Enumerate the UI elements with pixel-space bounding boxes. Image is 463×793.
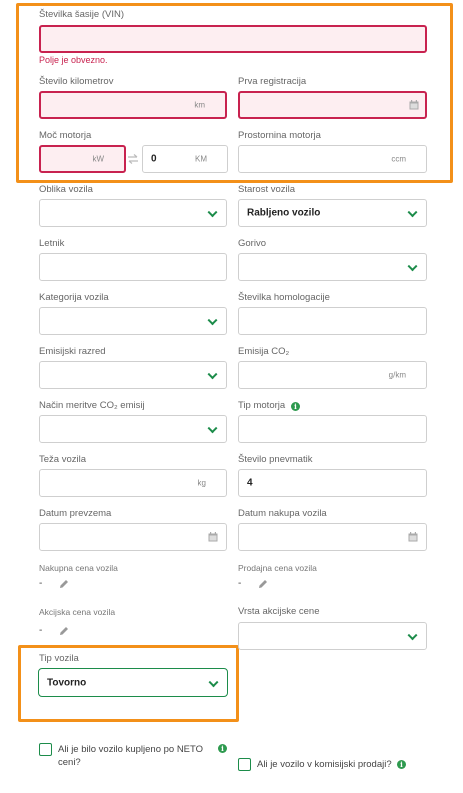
neto-purchase-checkbox[interactable] [39,743,52,756]
vehicle-age-select[interactable]: Rabljeno vozilo [238,199,427,227]
engine-type-info-icon[interactable]: i [291,402,300,411]
purchase-date-input[interactable] [238,523,427,551]
co2-unit: g/km [388,370,406,380]
vin-error: Polje je obvezno. [39,55,108,65]
purchase-price-label: Nakupna cena vozila [39,563,118,573]
homologation-label: Številka homologacije [238,292,330,303]
emission-class-select[interactable] [39,361,227,389]
vehicle-type-value: Tovorno [47,677,87,688]
chevron-down-icon [207,207,218,218]
weight-input[interactable]: kg [39,469,227,497]
swap-arrows-icon[interactable] [127,153,139,165]
body-type-select[interactable] [39,199,227,227]
first-registration-input[interactable] [238,91,427,119]
vehicle-category-label: Kategorija vozila [39,292,109,303]
model-year-input[interactable] [39,253,227,281]
sale-price-value: - [238,578,242,589]
promo-price-label: Akcijska cena vozila [39,607,116,617]
co2-method-label: Način meritve CO₂ emisij [39,400,145,411]
consignment-label: Ali je vozilo v komisijski prodaji? [257,759,392,770]
body-type-label: Oblika vozila [39,184,93,195]
model-year-label: Letnik [39,238,65,249]
consignment-info-icon[interactable]: i [397,760,406,769]
promo-price-type-select[interactable] [238,622,427,650]
edit-pencil-icon[interactable] [258,579,268,589]
chevron-down-icon [407,261,418,272]
vehicle-type-select[interactable]: Tovorno [38,668,228,697]
mileage-unit: km [194,100,205,110]
ccm-unit: ccm [391,154,406,164]
vin-label: Številka šasije (VIN) [39,9,124,20]
engine-power-hp-input[interactable]: 0 KM [142,145,228,173]
sale-price-label: Prodajna cena vozila [238,563,317,573]
promo-price-value: - [39,625,43,636]
edit-pencil-icon[interactable] [59,626,69,636]
mileage-input[interactable]: km [39,91,227,119]
neto-purchase-label-line1: Ali je bilo vozilo kupljeno po NETO [58,744,204,755]
homologation-input[interactable] [238,307,427,335]
engine-type-input[interactable] [238,415,427,443]
calendar-icon[interactable] [408,532,418,542]
chevron-down-icon [207,423,218,434]
chevron-down-icon [407,207,418,218]
fuel-select[interactable] [238,253,427,281]
engine-type-label: Tip motorja [238,400,286,411]
weight-label: Teža vozila [39,454,86,465]
chevron-down-icon [208,676,219,687]
vehicle-type-label: Tip vozila [39,653,79,664]
engine-power-hp-value: 0 [151,153,157,165]
engine-volume-label: Prostornina motorja [238,130,321,141]
tyres-value: 4 [247,477,253,489]
edit-pencil-icon[interactable] [59,579,69,589]
chevron-down-icon [207,369,218,380]
chevron-down-icon [407,630,418,641]
co2-method-select[interactable] [39,415,227,443]
tyres-input[interactable]: 4 [238,469,427,497]
co2-emission-label: Emisija CO₂ [238,346,290,357]
tyres-label: Število pnevmatik [238,454,313,465]
engine-volume-input[interactable]: ccm [238,145,427,173]
vehicle-category-select[interactable] [39,307,227,335]
calendar-icon[interactable] [409,100,419,110]
calendar-icon[interactable] [208,532,218,542]
engine-power-label: Moč motorja [39,130,92,141]
takeover-date-label: Datum prevzema [39,508,112,519]
emission-class-label: Emisijski razred [39,346,106,357]
chevron-down-icon [207,315,218,326]
co2-emission-input[interactable]: g/km [238,361,427,389]
neto-purchase-label-line2: ceni? [58,757,81,768]
neto-purchase-info-icon[interactable]: i [218,744,227,753]
engine-power-kw-input[interactable]: kW [39,145,126,173]
vehicle-age-label: Starost vozila [238,184,296,195]
kw-unit: kW [92,154,104,164]
vehicle-age-value: Rabljeno vozilo [247,207,321,219]
weight-unit: kg [197,478,206,488]
purchase-price-value: - [39,578,43,589]
takeover-date-input[interactable] [39,523,227,551]
first-registration-label: Prva registracija [238,76,307,87]
purchase-date-label: Datum nakupa vozila [238,508,327,519]
vin-input[interactable] [39,25,427,53]
consignment-checkbox[interactable] [238,758,251,771]
mileage-label: Število kilometrov [39,76,114,87]
hp-unit: KM [195,154,207,164]
promo-price-type-label: Vrsta akcijske cene [238,606,320,617]
fuel-label: Gorivo [238,238,266,249]
